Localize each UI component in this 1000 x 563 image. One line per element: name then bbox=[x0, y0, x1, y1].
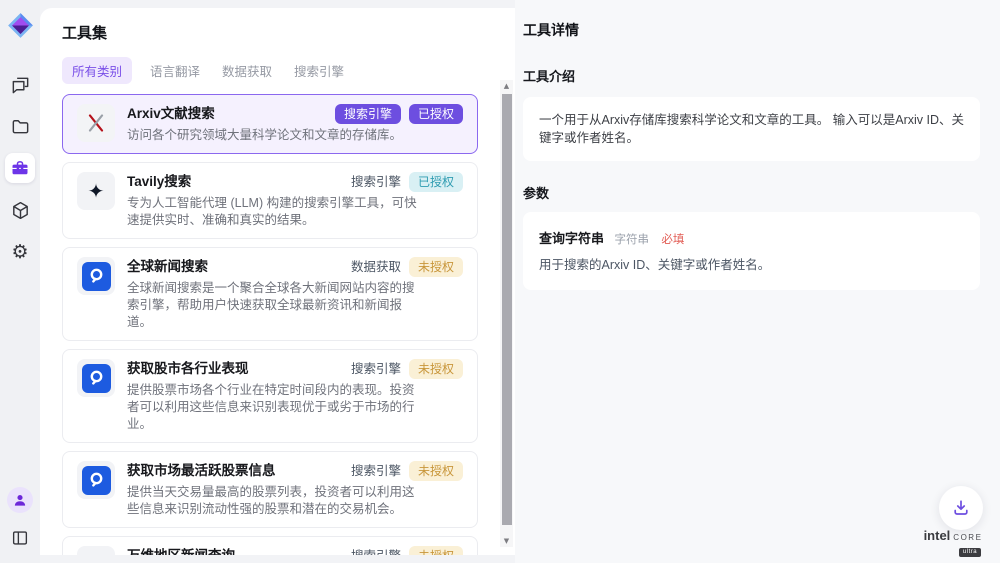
sidebar-item-models[interactable] bbox=[5, 195, 35, 225]
search-q-icon bbox=[77, 461, 115, 499]
intro-heading: 工具介绍 bbox=[523, 66, 980, 85]
intel-core-logo: intelcore ultra bbox=[918, 530, 988, 557]
core-wordmark: core bbox=[953, 531, 982, 543]
search-q-icon bbox=[77, 359, 115, 397]
sidebar-item-tools[interactable] bbox=[5, 153, 35, 183]
account-avatar-button[interactable] bbox=[7, 487, 33, 513]
gear-icon: ⚙ bbox=[11, 243, 28, 262]
tool-title: Tavily搜索 bbox=[127, 172, 191, 190]
gem-logo-icon bbox=[7, 12, 34, 39]
category-badge: 搜索引擎 bbox=[351, 546, 401, 555]
param-type: 字符串 bbox=[614, 234, 649, 246]
arxiv-x-icon bbox=[77, 104, 115, 142]
auth-status-badge: 已授权 bbox=[409, 104, 463, 124]
app-window: ⚙ bbox=[0, 0, 1000, 563]
chat-icon bbox=[10, 74, 31, 95]
param-required-flag: 必填 bbox=[661, 234, 684, 246]
tool-card[interactable]: ✦ Tavily搜索 搜索引擎 已授权 专为人工智能代理 (LLM) 构建的搜索… bbox=[62, 162, 478, 239]
panel-title: 工具集 bbox=[62, 22, 478, 43]
tool-title: 万维地区新闻查询 bbox=[127, 546, 235, 555]
category-tab[interactable]: 语言翻译 bbox=[146, 57, 204, 84]
intel-wordmark: intel bbox=[924, 528, 951, 543]
tool-title: 全球新闻搜索 bbox=[127, 257, 208, 275]
auth-status-badge: 未授权 bbox=[409, 546, 463, 555]
download-button[interactable] bbox=[939, 486, 983, 530]
category-badge: 搜索引擎 bbox=[351, 172, 401, 192]
sidebar-bottom bbox=[5, 487, 35, 553]
tool-title: 获取市场最活跃股票信息 bbox=[127, 461, 276, 479]
category-badge: 数据获取 bbox=[351, 257, 401, 277]
param-description: 用于搜索的Arxiv ID、关键字或作者姓名。 bbox=[539, 257, 964, 274]
scrollbar-thumb[interactable] bbox=[502, 94, 512, 525]
tool-card[interactable]: 万维地区新闻查询 搜索引擎 未授权 查询具体行政区划内的新闻，快速了解各地新闻动 bbox=[62, 536, 478, 555]
auth-status-badge: 未授权 bbox=[409, 257, 463, 277]
category-badge: 搜索引擎 bbox=[351, 359, 401, 379]
tool-description: 专为人工智能代理 (LLM) 构建的搜索引擎工具，可快速提供实时、准确和真实的结… bbox=[127, 195, 419, 229]
download-icon bbox=[951, 498, 971, 518]
intro-text: 一个用于从Arxiv存储库搜索科学论文和文章的工具。 输入可以是Arxiv ID… bbox=[539, 111, 964, 147]
detail-title: 工具详情 bbox=[523, 20, 980, 40]
tool-card[interactable]: Arxiv文献搜索 搜索引擎 已授权 访问各个研究领域大量科学论文和文章的存储库… bbox=[62, 94, 478, 154]
cube-icon bbox=[10, 200, 31, 221]
auth-status-badge: 已授权 bbox=[409, 172, 463, 192]
tool-title: 获取股市各行业表现 bbox=[127, 359, 249, 377]
user-avatar-icon bbox=[12, 492, 28, 508]
scroll-down-icon[interactable]: ▼ bbox=[500, 535, 513, 547]
tool-description: 提供股票市场各个行业在特定时间段内的表现。投资者可以利用这些信息来识别表现优于或… bbox=[127, 382, 419, 433]
tool-card[interactable]: 获取股市各行业表现 搜索引擎 未授权 提供股票市场各个行业在特定时间段内的表现。… bbox=[62, 349, 478, 443]
ultra-badge: ultra bbox=[959, 548, 981, 557]
tool-description: 全球新闻搜索是一个聚合全球各大新闻网站内容的搜索引擎，帮助用户快速获取全球最新资… bbox=[127, 280, 419, 331]
param-name: 查询字符串 bbox=[539, 231, 604, 246]
tool-title: Arxiv文献搜索 bbox=[127, 104, 215, 122]
search-q-icon bbox=[77, 257, 115, 295]
sparkle-star-icon: ✦ bbox=[77, 172, 115, 210]
intro-card: 一个用于从Arxiv存储库搜索科学论文和文章的工具。 输入可以是Arxiv ID… bbox=[523, 97, 980, 161]
panel-toggle-button[interactable] bbox=[5, 523, 35, 553]
toolbox-icon bbox=[10, 158, 30, 178]
auth-status-badge: 未授权 bbox=[409, 461, 463, 481]
sidebar-item-chat[interactable] bbox=[5, 69, 35, 99]
param-header: 查询字符串 字符串 必填 bbox=[539, 228, 964, 248]
folder-icon bbox=[10, 116, 31, 137]
params-heading: 参数 bbox=[523, 183, 980, 202]
tool-card[interactable]: 获取市场最活跃股票信息 搜索引擎 未授权 提供当天交易量最高的股票列表，投资者可… bbox=[62, 451, 478, 528]
category-badge: 搜索引擎 bbox=[335, 104, 401, 124]
sidebar-item-settings[interactable]: ⚙ bbox=[5, 237, 35, 267]
category-tab[interactable]: 所有类别 bbox=[62, 57, 132, 84]
auth-status-badge: 未授权 bbox=[409, 359, 463, 379]
panel-toggle-icon bbox=[10, 528, 30, 548]
sidebar-nav: ⚙ bbox=[5, 69, 35, 267]
category-tab[interactable]: 搜索引擎 bbox=[290, 57, 348, 84]
category-tab[interactable]: 数据获取 bbox=[218, 57, 276, 84]
tools-panel: 工具集 所有类别语言翻译数据获取搜索引擎 Arxiv文献搜索 搜索引擎 已授权 … bbox=[40, 8, 515, 555]
param-card: 查询字符串 字符串 必填 用于搜索的Arxiv ID、关键字或作者姓名。 bbox=[523, 212, 980, 290]
tool-card[interactable]: 全球新闻搜索 数据获取 未授权 全球新闻搜索是一个聚合全球各大新闻网站内容的搜索… bbox=[62, 247, 478, 341]
category-badge: 搜索引擎 bbox=[351, 461, 401, 481]
tool-description: 提供当天交易量最高的股票列表，投资者可以利用这些信息来识别流动性强的股票和潜在的… bbox=[127, 484, 419, 518]
scrollbar[interactable]: ▲ ▼ bbox=[500, 80, 513, 547]
detail-panel: 工具详情 工具介绍 一个用于从Arxiv存储库搜索科学论文和文章的工具。 输入可… bbox=[515, 0, 1000, 563]
tool-description: 访问各个研究领域大量科学论文和文章的存储库。 bbox=[127, 127, 419, 144]
sidebar-item-files[interactable] bbox=[5, 111, 35, 141]
newspaper-icon bbox=[77, 546, 115, 555]
category-tabs: 所有类别语言翻译数据获取搜索引擎 bbox=[62, 58, 478, 82]
scroll-up-icon[interactable]: ▲ bbox=[500, 80, 513, 92]
sidebar: ⚙ bbox=[0, 0, 40, 563]
tool-list: Arxiv文献搜索 搜索引擎 已授权 访问各个研究领域大量科学论文和文章的存储库… bbox=[62, 94, 478, 555]
